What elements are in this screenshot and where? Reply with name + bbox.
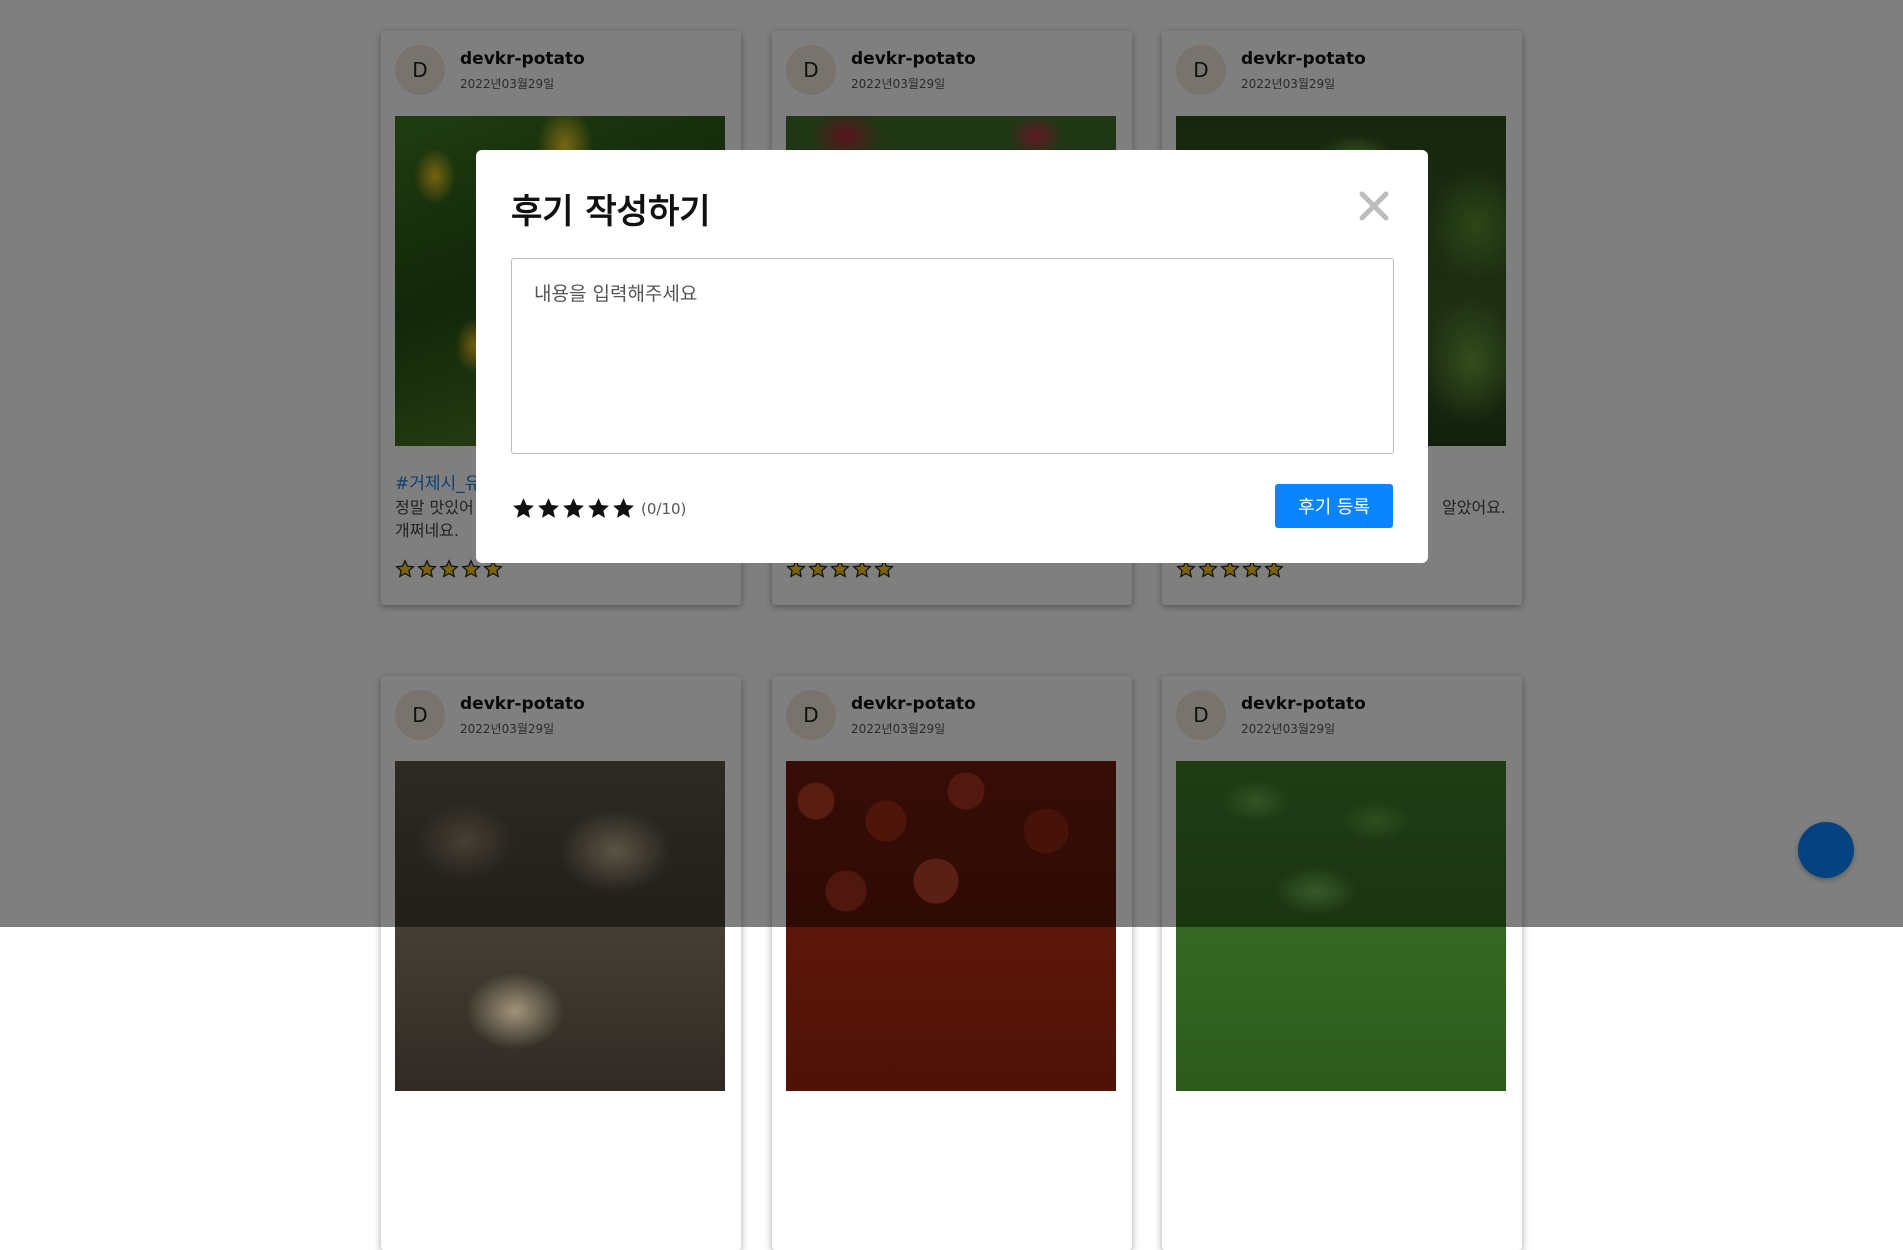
rating-selector: (0/10) [511, 496, 686, 521]
star-icon[interactable] [536, 496, 561, 521]
write-review-modal: 후기 작성하기 (0/10) 후기 등록 [476, 150, 1428, 563]
star-icon[interactable] [561, 496, 586, 521]
star-icon[interactable] [611, 496, 636, 521]
close-icon[interactable] [1358, 190, 1390, 222]
star-icon[interactable] [511, 496, 536, 521]
submit-review-button[interactable]: 후기 등록 [1275, 484, 1393, 528]
rating-count: (0/10) [641, 499, 687, 518]
close-button[interactable] [1354, 186, 1394, 226]
star-icon[interactable] [586, 496, 611, 521]
modal-title: 후기 작성하기 [511, 192, 711, 232]
review-textarea[interactable] [511, 258, 1394, 454]
